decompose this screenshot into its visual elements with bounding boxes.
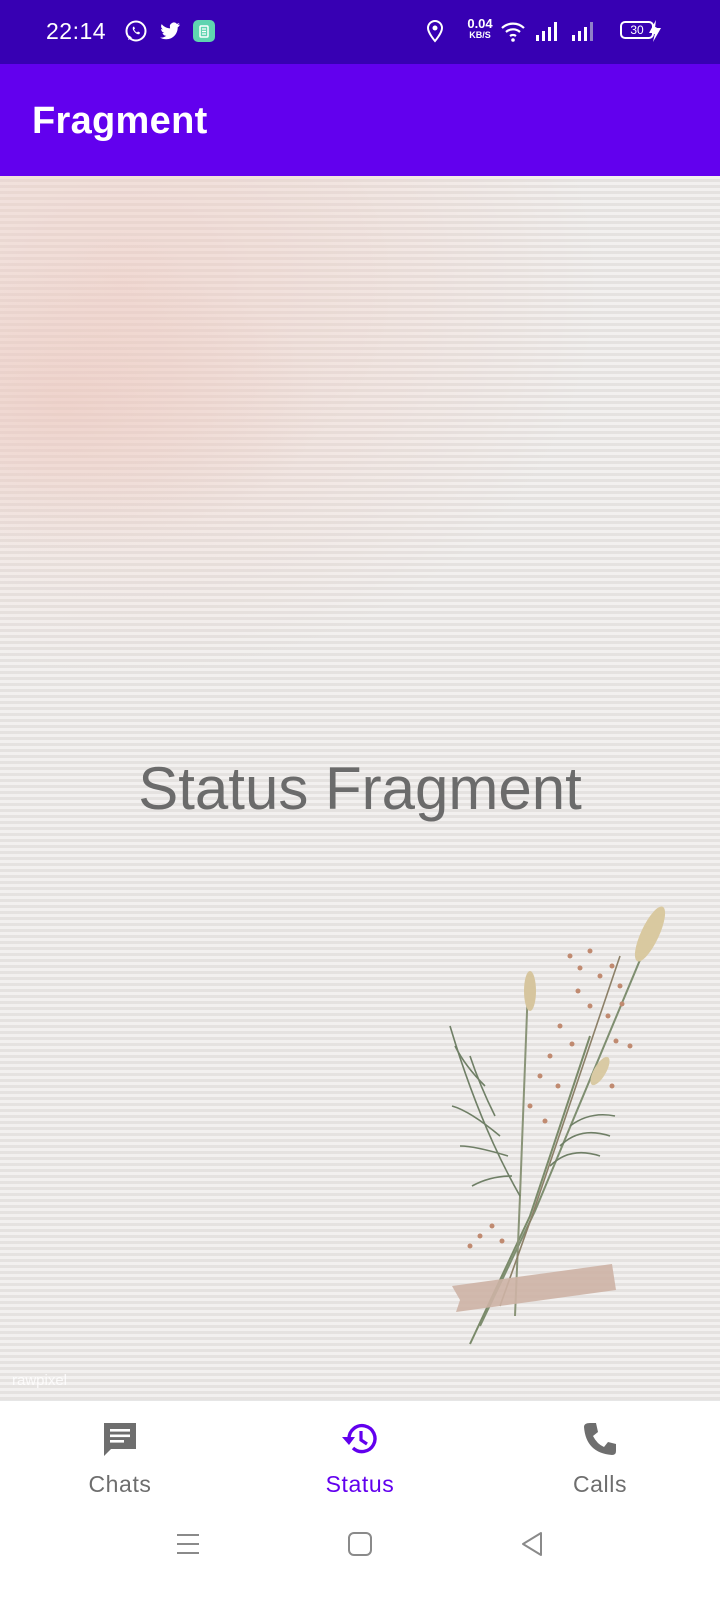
charging-icon <box>649 20 661 42</box>
app-notification-icon <box>193 20 215 42</box>
network-speed-value: 0.04 <box>467 16 493 31</box>
history-icon <box>342 1423 377 1454</box>
nav-label-chats: Chats <box>88 1471 152 1497</box>
bottom-navigation: Chats Status Calls <box>0 1400 720 1508</box>
nav-label-calls: Calls <box>572 1471 628 1497</box>
nav-item-calls[interactable]: Calls <box>480 1401 720 1509</box>
system-navigation-bar <box>0 1508 720 1600</box>
nav-label-status: Status <box>325 1471 395 1497</box>
chat-icon <box>104 1423 136 1456</box>
signal-icon <box>536 22 557 41</box>
status-bar: 22:14 0.04 KB/S 30 <box>0 0 720 64</box>
phone-icon <box>584 1423 616 1455</box>
location-icon <box>426 19 444 43</box>
status-time: 22:14 <box>46 18 107 44</box>
app-title: Fragment <box>32 100 208 142</box>
watermark: rawpixel <box>12 1372 68 1389</box>
app-bar: Fragment <box>0 64 720 176</box>
dried-flowers-illustration <box>449 906 666 1345</box>
wifi-icon <box>501 22 525 42</box>
background-watercolor-stain <box>0 256 320 556</box>
network-speed-unit: KB/S <box>469 30 491 40</box>
fragment-content: Status Fragment rawpixel <box>0 176 720 1400</box>
signal-icon <box>572 22 593 41</box>
whatsapp-icon <box>125 20 147 42</box>
twitter-icon <box>160 22 180 40</box>
home-icon[interactable] <box>346 1530 374 1558</box>
fragment-label: Status Fragment <box>138 755 582 822</box>
menu-icon[interactable] <box>174 1530 202 1558</box>
back-icon[interactable] <box>518 1530 546 1558</box>
nav-item-chats[interactable]: Chats <box>0 1401 240 1509</box>
network-speed: 0.04 KB/S <box>462 17 498 40</box>
nav-item-status[interactable]: Status <box>240 1401 480 1509</box>
